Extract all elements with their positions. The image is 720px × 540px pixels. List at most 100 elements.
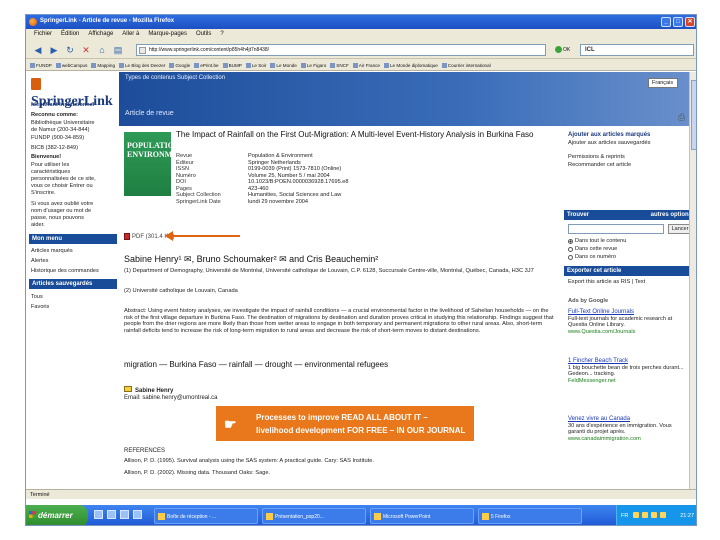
ad-item[interactable]: Venez vivre au Canada 30 ans d'expérienc… [568,416,688,442]
tray-icon[interactable] [633,512,639,518]
mon-menu-heading: Mon menu [29,234,117,244]
web-page: SpringerLink Identifiant institutionnel … [26,72,696,489]
saved-link-favorites[interactable]: Favoris [31,304,49,310]
breadcrumb[interactable]: Types de contenus Subject Collection [125,75,225,81]
export-link[interactable]: Export this article as RIS | Text [568,279,645,286]
search-box[interactable]: ICL [580,44,694,56]
bookmark-item[interactable]: Le Figaro [301,61,326,70]
minimize-button[interactable]: _ [661,17,671,27]
bookmark-item[interactable]: Le Monde [270,61,296,70]
bookmark-item[interactable]: Courrier international [442,61,491,70]
menu-link-alerts[interactable]: Alertes [31,258,48,264]
screenshot: SpringerLink - Article de revue - Mozill… [25,14,697,526]
recommend-link[interactable]: Recommander cet article [568,162,631,169]
scrollbar-thumb[interactable] [691,80,696,150]
orange-arrow-annotation [165,231,240,241]
pdf-icon [124,233,130,240]
welcome-line: S'inscrire. [31,190,56,196]
taskbar-item-presentation[interactable]: Présentation_pop20... [262,508,366,524]
reference-item: Allison, P. D. (2002). Missing data. Tho… [124,470,271,476]
menu-affichage[interactable]: Affichage [88,31,113,41]
affiliation-2: (2) Université catholique de Louvain, Ca… [124,288,238,294]
forward-icon[interactable]: ▶ [48,44,60,56]
vertical-scrollbar[interactable] [689,72,696,489]
menu-fichier[interactable]: Fichier [34,31,52,41]
promo-line-1: Processes to improve READ ALL ABOUT IT – [256,413,428,422]
bookmark-item[interactable]: Le Monde diplomatique [384,61,438,70]
bookmark-item[interactable]: Google [169,61,190,70]
go-button[interactable]: OK [554,44,576,56]
institution-id-heading: Identifiant institutionnel [31,102,95,108]
maximize-button[interactable]: □ [673,17,683,27]
permissions-link[interactable]: Permissions & reprints [568,154,625,161]
institution-line: de Namur (200-34-844) [31,127,90,133]
language-indicator[interactable]: FR [621,513,628,519]
meta-row: SpringerLink Date lundi 29 novembre 2004 [176,198,309,205]
journal-cover[interactable]: POPULATION ENVIRONMENT [124,132,189,196]
print-page-icon[interactable]: ⎙ [678,113,685,121]
radio-this-issue[interactable]: Dans ce numéro [568,254,616,260]
address-bar[interactable]: http://www.springerlink.com/content/p85h… [136,44,546,56]
menu-link-marked-articles[interactable]: Articles marqués [31,248,73,254]
quick-launch-icon[interactable] [133,510,142,519]
ad-item[interactable]: Full-Text Online Journals Full-text jour… [568,309,688,335]
firefox-icon [29,18,37,26]
quick-launch-icon[interactable] [94,510,103,519]
print-icon[interactable]: ▤ [112,44,124,56]
promo-line-2: livelihood development FOR FREE – IN OUR… [256,426,466,435]
article-title: The Impact of Rainfall on the First Out-… [176,130,534,139]
start-button[interactable]: démarrer [26,505,88,525]
bookmark-item[interactable]: Le Soir [246,61,267,70]
radio-all-content[interactable]: Dans tout le contenu [568,238,626,244]
radio-this-journal[interactable]: Dans cette revue [568,246,617,252]
find-input[interactable] [568,224,664,234]
bookmark-item[interactable]: Mapping [91,61,115,70]
menu-aller[interactable]: Aller à [122,31,139,41]
reload-icon[interactable]: ↻ [64,44,76,56]
reference-item: Allison, P. D. (1995). Survival analysis… [124,458,374,464]
menu-bar: Fichier Édition Affichage Aller à Marque… [26,29,696,41]
taskbar-item-firefox[interactable]: 5 Firefox [478,508,582,524]
bookmark-item[interactable]: webCampus [56,61,88,70]
taskbar-item-inbox[interactable]: Boîte de réception - ... [154,508,258,524]
window-title-bar: SpringerLink - Article de revue - Mozill… [26,15,696,29]
tray-icon[interactable] [651,512,657,518]
quick-launch-icon[interactable] [120,510,129,519]
menu-marque-pages[interactable]: Marque-pages [148,31,187,41]
saved-link-all[interactable]: Tous [31,294,43,300]
bookmark-item[interactable]: Air France [353,61,380,70]
menu-edition[interactable]: Édition [61,31,79,41]
menu-link-order-history[interactable]: Historique des commandes [31,268,99,274]
tray-icon[interactable] [660,512,666,518]
envelope-icon [124,386,132,392]
taskbar-item-powerpoint[interactable]: Microsoft PowerPoint [370,508,474,524]
more-options-link[interactable]: autres options [651,212,692,218]
bookmark-item[interactable]: ePrint.be [194,61,218,70]
stop-icon[interactable]: ✕ [80,44,92,56]
back-icon[interactable]: ◀ [32,44,44,56]
tray-icon[interactable] [642,512,648,518]
add-marked-heading[interactable]: Ajouter aux articles marqués [568,132,650,138]
system-tray: FR 21:27 [616,505,696,525]
clock: 21:27 [680,513,694,519]
language-select[interactable]: Français [648,78,678,88]
home-icon[interactable]: ⌂ [96,44,108,56]
find-heading: Trouver autres options [564,210,696,220]
add-saved-link[interactable]: Ajouter aux articles sauvegardés [568,140,651,147]
header-banner: Types de contenus Subject Collection Art… [119,72,696,126]
article-metadata: Revue Population & Environment Éditeur Spr… [176,153,348,205]
bookmark-item[interactable]: Le Blog des Deezer [119,61,165,70]
ad-item[interactable]: 1 Fincher Beach Track 1 big bouchette be… [568,358,688,384]
bookmark-item[interactable]: FUNDP [30,61,52,70]
close-button[interactable]: ✕ [685,17,695,27]
promo-banner[interactable]: ☛ Processes to improve READ ALL ABOUT IT… [216,406,474,441]
menu-help[interactable]: ? [220,31,223,41]
author-email[interactable]: Email: sabine.henry@umontreal.ca [124,395,217,402]
welcome-label: Bienvenue! [31,154,62,160]
bookmark-item[interactable]: BUMP [223,61,242,70]
bookmark-item[interactable]: SNCF [330,61,349,70]
menu-outils[interactable]: Outils [196,31,211,41]
affiliation-1: (1) Department of Demography, Université… [124,268,534,274]
article-abstract: Abstract: Using event history analyses, … [124,308,554,334]
quick-launch-icon[interactable] [107,510,116,519]
